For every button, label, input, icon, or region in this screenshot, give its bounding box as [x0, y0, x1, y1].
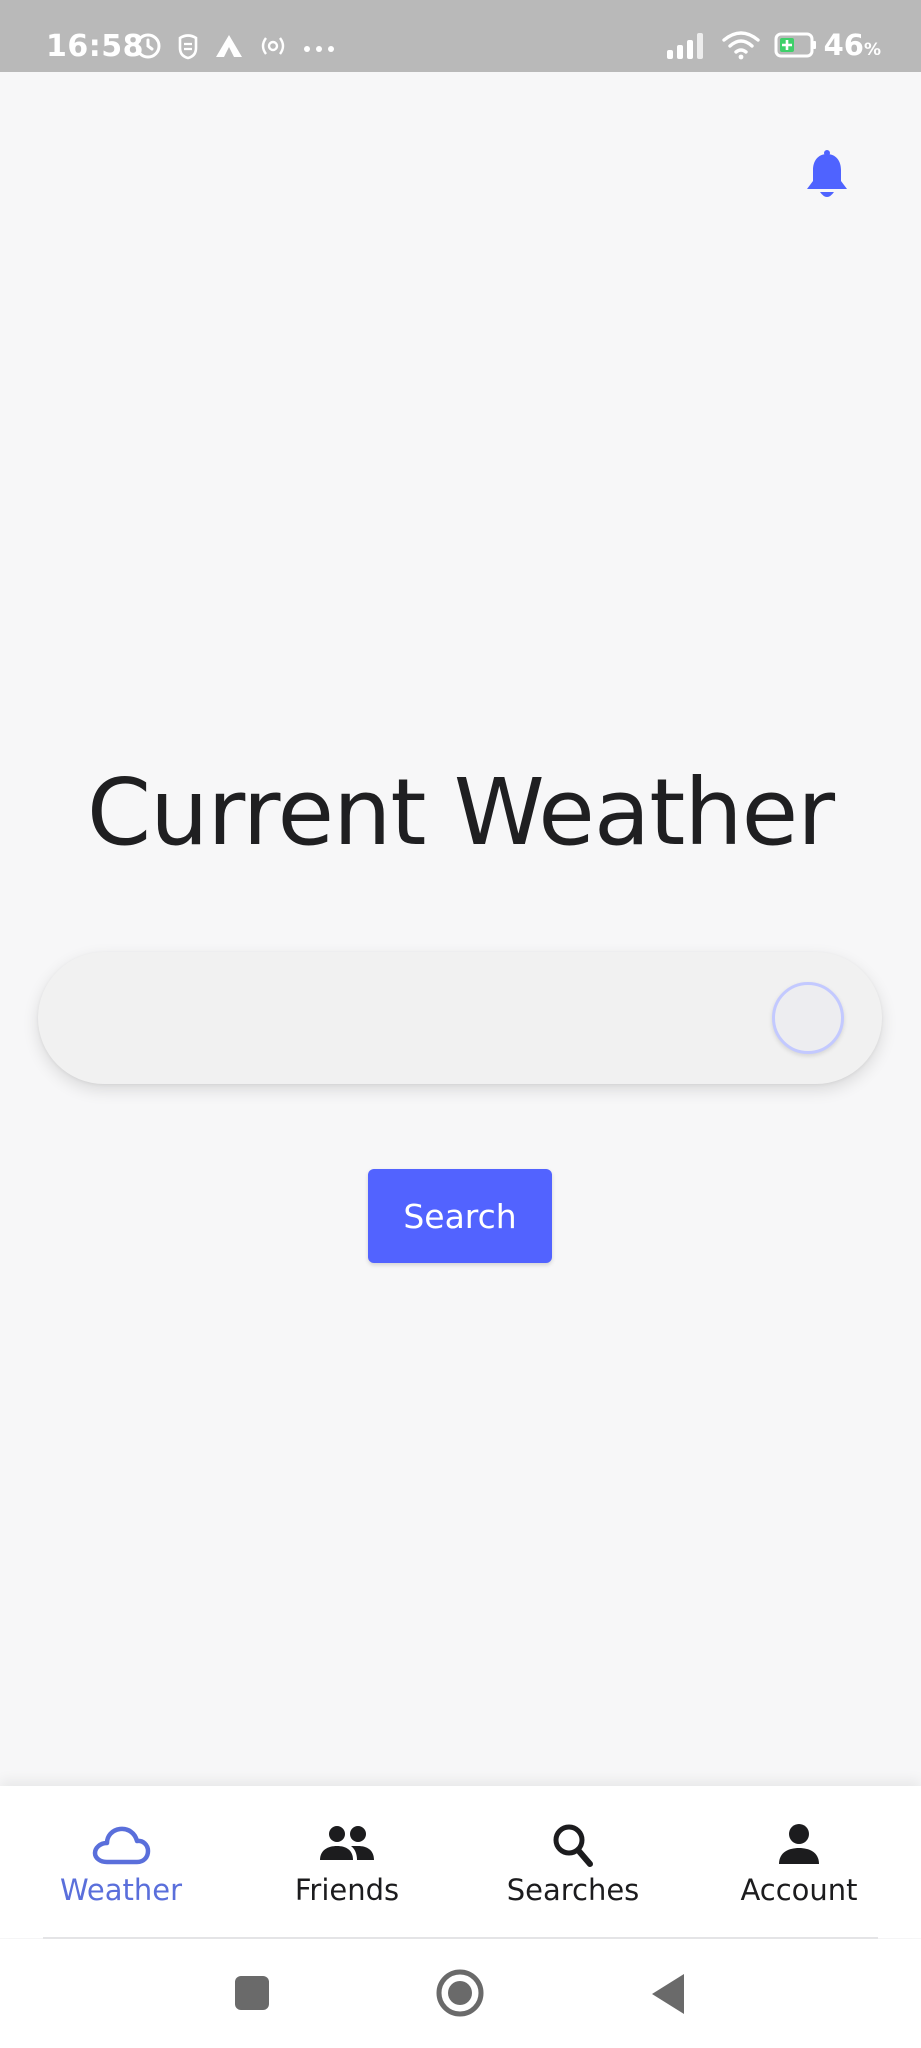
nav-item-account[interactable]: Account [684, 1786, 914, 1938]
battery-percent: 46% [824, 28, 881, 67]
search-input[interactable] [88, 952, 762, 1086]
nav-label-friends: Friends [294, 1873, 400, 1907]
home-button[interactable] [435, 1968, 485, 2022]
nav-item-weather[interactable]: Weather [6, 1786, 236, 1938]
wifi-icon [721, 30, 760, 64]
triangle-app-icon [214, 33, 244, 63]
search-icon [543, 1822, 603, 1870]
system-nav-bar [0, 1939, 921, 2048]
signal-icon [666, 30, 710, 64]
nav-label-weather: Weather [59, 1873, 183, 1907]
search-bar [38, 952, 882, 1086]
status-notification-icons [134, 31, 350, 65]
status-time: 16:58 [46, 29, 144, 64]
shield-icon [176, 32, 200, 64]
nav-label-searches: Searches [506, 1873, 640, 1907]
status-bar: 16:58 46% [0, 0, 921, 72]
nav-label-account: Account [740, 1873, 858, 1907]
battery-charging-icon [774, 32, 818, 62]
recents-button[interactable] [234, 1975, 270, 2015]
status-system-icons: 46% [666, 28, 881, 67]
page-title: Current Weather [86, 759, 835, 866]
nav-item-friends[interactable]: Friends [232, 1786, 462, 1938]
people-icon [317, 1822, 377, 1870]
nav-item-searches[interactable]: Searches [458, 1786, 688, 1938]
search-toggle-button[interactable] [772, 982, 844, 1054]
bottom-nav: Weather Friends Searches Account [0, 1786, 921, 1938]
battery-percent-value: 46 [823, 27, 864, 62]
back-button[interactable] [648, 1972, 688, 2020]
search-button[interactable]: Search [368, 1169, 552, 1263]
battery-percent-unit: % [863, 39, 881, 60]
alarm-icon [134, 32, 162, 64]
cloud-icon [91, 1822, 151, 1870]
hotspot-icon [258, 34, 288, 62]
bell-icon[interactable] [804, 150, 850, 202]
person-icon [769, 1822, 829, 1870]
more-dots-icon [302, 39, 336, 58]
